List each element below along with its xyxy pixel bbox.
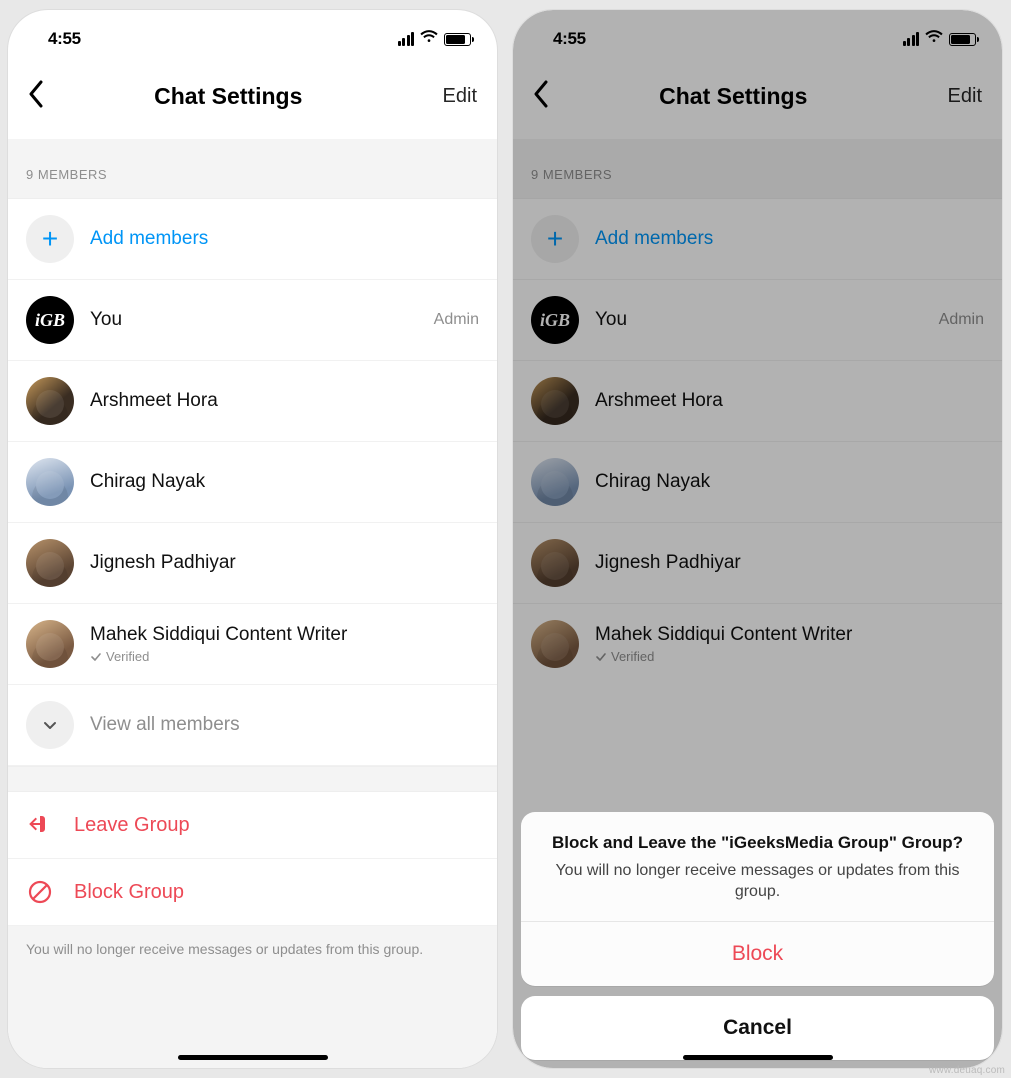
page-title: Chat Settings [14,83,443,110]
action-sheet: Block and Leave the "iGeeksMedia Group" … [513,812,1002,1068]
member-name: You [90,309,418,331]
action-sheet-description: You will no longer receive messages or u… [547,860,968,903]
member-name: Mahek Siddiqui Content Writer [595,624,984,646]
verified-badge: Verified [595,649,984,664]
chevron-down-icon [26,701,74,749]
battery-icon [444,33,471,46]
phone-right: 4:55 Chat Settings Edit 9 MEMBERS [513,10,1002,1068]
member-name: You [595,309,923,331]
add-members-label: Add members [595,228,984,250]
cellular-signal-icon [903,32,920,46]
status-bar: 4:55 [513,10,1002,60]
member-row[interactable]: Chirag Nayak [513,442,1002,523]
member-role: Admin [434,311,479,329]
edit-button[interactable]: Edit [948,85,982,108]
member-row[interactable]: Jignesh Padhiyar [8,523,497,604]
member-row[interactable]: iGB You Admin [8,280,497,361]
avatar [26,458,74,506]
members-list: 9 MEMBERS + Add members iGB You Admin Ar… [8,139,497,1068]
home-indicator[interactable] [178,1055,328,1060]
status-icons [903,30,977,49]
member-name: Jignesh Padhiyar [595,552,984,574]
avatar [531,377,579,425]
member-row[interactable]: Arshmeet Hora [513,361,1002,442]
view-all-members-row[interactable]: View all members [8,685,497,766]
battery-icon [949,33,976,46]
check-icon [90,651,102,663]
action-sheet-title: Block and Leave the "iGeeksMedia Group" … [547,832,968,854]
block-group-row[interactable]: Block Group [8,859,497,926]
add-members-row[interactable]: + Add members [8,199,497,280]
status-time: 4:55 [539,29,586,49]
status-time: 4:55 [34,29,81,49]
verified-badge: Verified [90,649,479,664]
add-members-row[interactable]: + Add members [513,199,1002,280]
member-row[interactable]: iGB You Admin [513,280,1002,361]
plus-icon: + [26,215,74,263]
cancel-button[interactable]: Cancel [521,996,994,1060]
wifi-icon [925,30,943,49]
member-row[interactable]: Arshmeet Hora [8,361,497,442]
member-name: Chirag Nayak [90,471,479,493]
avatar: iGB [531,296,579,344]
page-title: Chat Settings [519,83,948,110]
member-name: Jignesh Padhiyar [90,552,479,574]
cellular-signal-icon [398,32,415,46]
avatar: iGB [26,296,74,344]
nav-header: Chat Settings Edit [513,60,1002,139]
avatar [26,620,74,668]
section-gap [8,766,497,792]
check-icon [595,651,607,663]
members-count-header: 9 MEMBERS [513,139,1002,199]
member-row[interactable]: Mahek Siddiqui Content Writer Verified [513,604,1002,684]
phone-left: 4:55 Chat Settings Edit 9 MEMBERS [8,10,497,1068]
member-row[interactable]: Mahek Siddiqui Content Writer Verified [8,604,497,685]
avatar [531,539,579,587]
avatar [26,539,74,587]
edit-button[interactable]: Edit [443,85,477,108]
member-name: Arshmeet Hora [595,390,984,412]
avatar [531,620,579,668]
member-row[interactable]: Jignesh Padhiyar [513,523,1002,604]
block-group-label: Block Group [74,881,184,904]
leave-icon [26,812,54,838]
status-icons [398,30,472,49]
watermark: www.deuaq.com [929,1065,1005,1076]
avatar [26,377,74,425]
wifi-icon [420,30,438,49]
action-sheet-header: Block and Leave the "iGeeksMedia Group" … [521,812,994,922]
member-row[interactable]: Chirag Nayak [8,442,497,523]
plus-icon: + [531,215,579,263]
members-count-header: 9 MEMBERS [8,139,497,199]
nav-header: Chat Settings Edit [8,60,497,139]
footer-description: You will no longer receive messages or u… [8,926,497,1068]
leave-group-label: Leave Group [74,814,190,837]
member-name: Chirag Nayak [595,471,984,493]
member-role: Admin [939,311,984,329]
avatar [531,458,579,506]
home-indicator[interactable] [683,1055,833,1060]
action-sheet-card: Block and Leave the "iGeeksMedia Group" … [521,812,994,986]
block-confirm-button[interactable]: Block [521,922,994,986]
view-all-label: View all members [90,714,479,736]
block-icon [26,879,54,905]
member-name: Arshmeet Hora [90,390,479,412]
member-name: Mahek Siddiqui Content Writer [90,624,479,646]
add-members-label: Add members [90,228,479,250]
leave-group-row[interactable]: Leave Group [8,792,497,859]
status-bar: 4:55 [8,10,497,60]
